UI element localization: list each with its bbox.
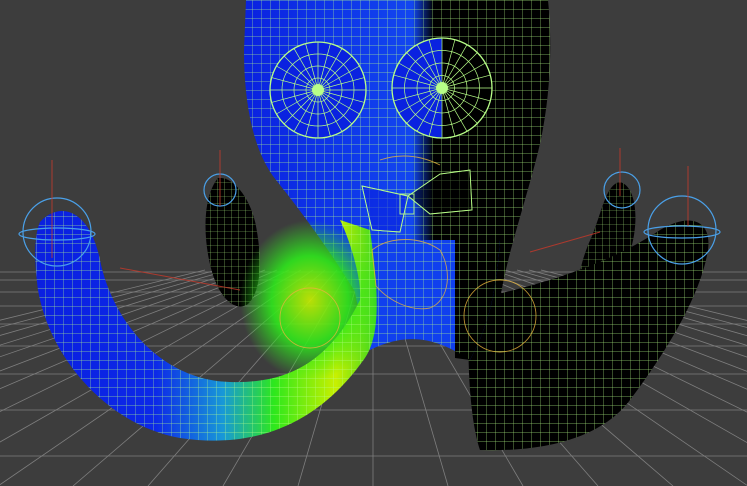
viewport-canvas[interactable]: [0, 0, 747, 486]
left-eye[interactable]: [269, 41, 367, 139]
3d-viewport[interactable]: [0, 0, 747, 486]
right-eye[interactable]: [391, 37, 493, 139]
